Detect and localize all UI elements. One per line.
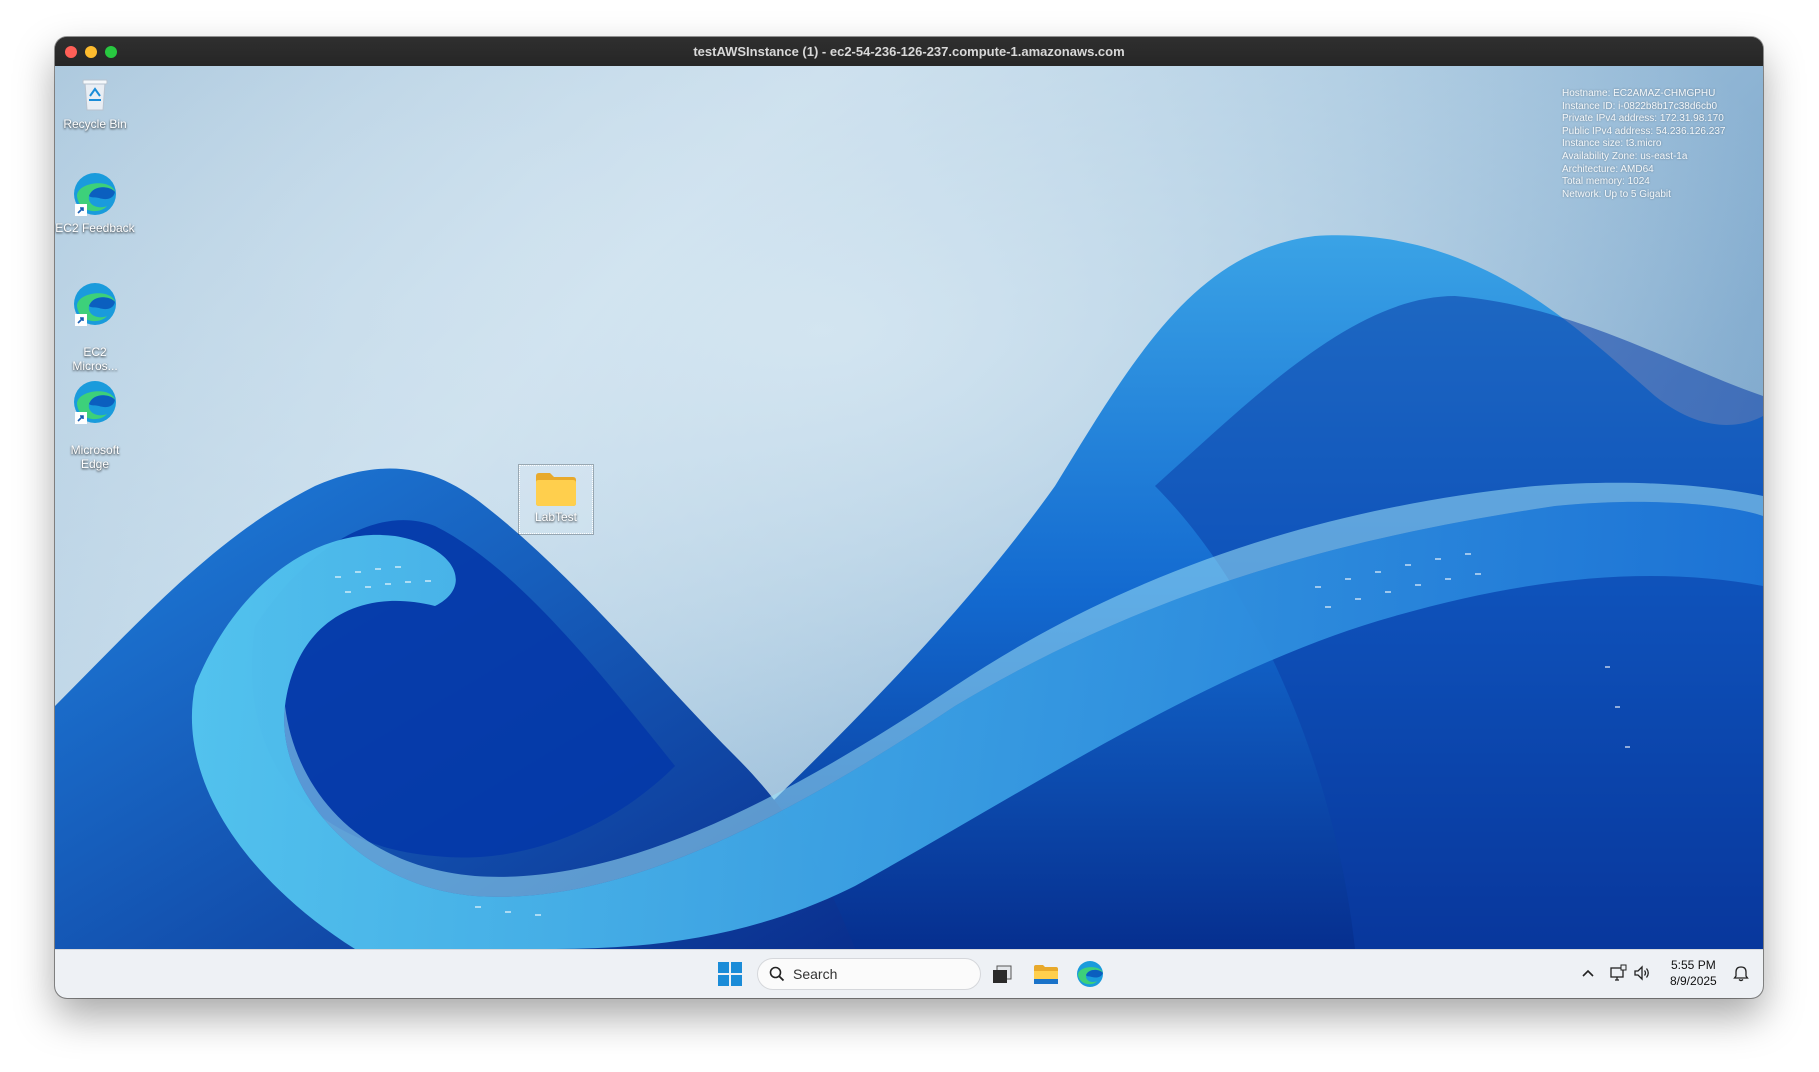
- chevron-up-icon[interactable]: [1579, 964, 1597, 982]
- desktop-icon-label: EC2 Feedback: [55, 221, 135, 235]
- info-public-ip: Public IPv4 address: 54.236.126.237: [1562, 125, 1726, 137]
- remote-desktop-window: testAWSInstance (1) - ec2-54-236-126-237…: [55, 37, 1763, 998]
- desktop-icon-ec2-microsoft[interactable]: EC2 Micros...: [55, 266, 135, 373]
- info-instance-id: Instance ID: i-0822b8b17c38d6cb0: [1562, 100, 1718, 112]
- desktop[interactable]: Recycle Bin EC2 Feedback EC2 Micros... M…: [55, 66, 1763, 949]
- info-network: Network: Up to 5 Gigabit: [1562, 188, 1671, 200]
- volume-icon[interactable]: [1633, 964, 1651, 982]
- network-icon[interactable]: [1609, 964, 1627, 982]
- notification-icon[interactable]: [1732, 964, 1750, 982]
- recycle-bin-icon: [82, 79, 108, 111]
- clock-date: 8/9/2025: [1670, 974, 1717, 988]
- desktop-icon-label: Microsoft Edge: [70, 443, 120, 471]
- edge-icon: [74, 173, 116, 216]
- edge-icon: [74, 283, 116, 326]
- info-availability-zone: Availability Zone: us-east-1a: [1562, 150, 1688, 162]
- desktop-folder-labtest[interactable]: LabTest: [518, 464, 594, 535]
- task-view-icon[interactable]: [987, 959, 1017, 989]
- folder-label: LabTest: [534, 510, 578, 524]
- folder-icon: [536, 473, 576, 506]
- file-explorer-icon[interactable]: [1031, 959, 1061, 989]
- edge-icon: [74, 381, 116, 424]
- desktop-icon-microsoft-edge[interactable]: Microsoft Edge: [55, 364, 135, 471]
- desktop-icon-recycle-bin[interactable]: Recycle Bin: [55, 74, 135, 131]
- instance-info-overlay: Hostname: EC2AMAZ-CHMGPHU Instance ID: i…: [1562, 88, 1725, 201]
- clock-time: 5:55 PM: [1671, 958, 1716, 972]
- taskbar-search-box[interactable]: Search: [757, 958, 981, 990]
- taskbar-clock[interactable]: 5:55 PM 8/9/2025: [1670, 957, 1717, 989]
- wallpaper: [55, 66, 1763, 949]
- search-icon: [769, 966, 785, 982]
- edge-icon[interactable]: [1075, 959, 1105, 989]
- window-title: testAWSInstance (1) - ec2-54-236-126-237…: [693, 44, 1125, 59]
- info-instance-size: Instance size: t3.micro: [1562, 138, 1662, 150]
- search-placeholder: Search: [793, 966, 838, 982]
- info-architecture: Architecture: AMD64: [1562, 163, 1654, 175]
- taskbar: Search 5:55 PM 8/9/2025: [55, 949, 1763, 998]
- info-hostname: Hostname: EC2AMAZ-CHMGPHU: [1562, 88, 1716, 99]
- start-button[interactable]: [718, 962, 742, 986]
- desktop-icon-ec2-feedback[interactable]: EC2 Feedback: [55, 170, 135, 235]
- info-private-ip: Private IPv4 address: 172.31.98.170: [1562, 113, 1724, 125]
- desktop-icon-label: Recycle Bin: [63, 117, 127, 131]
- window-titlebar[interactable]: testAWSInstance (1) - ec2-54-236-126-237…: [55, 37, 1763, 67]
- info-total-memory: Total memory: 1024: [1562, 176, 1650, 188]
